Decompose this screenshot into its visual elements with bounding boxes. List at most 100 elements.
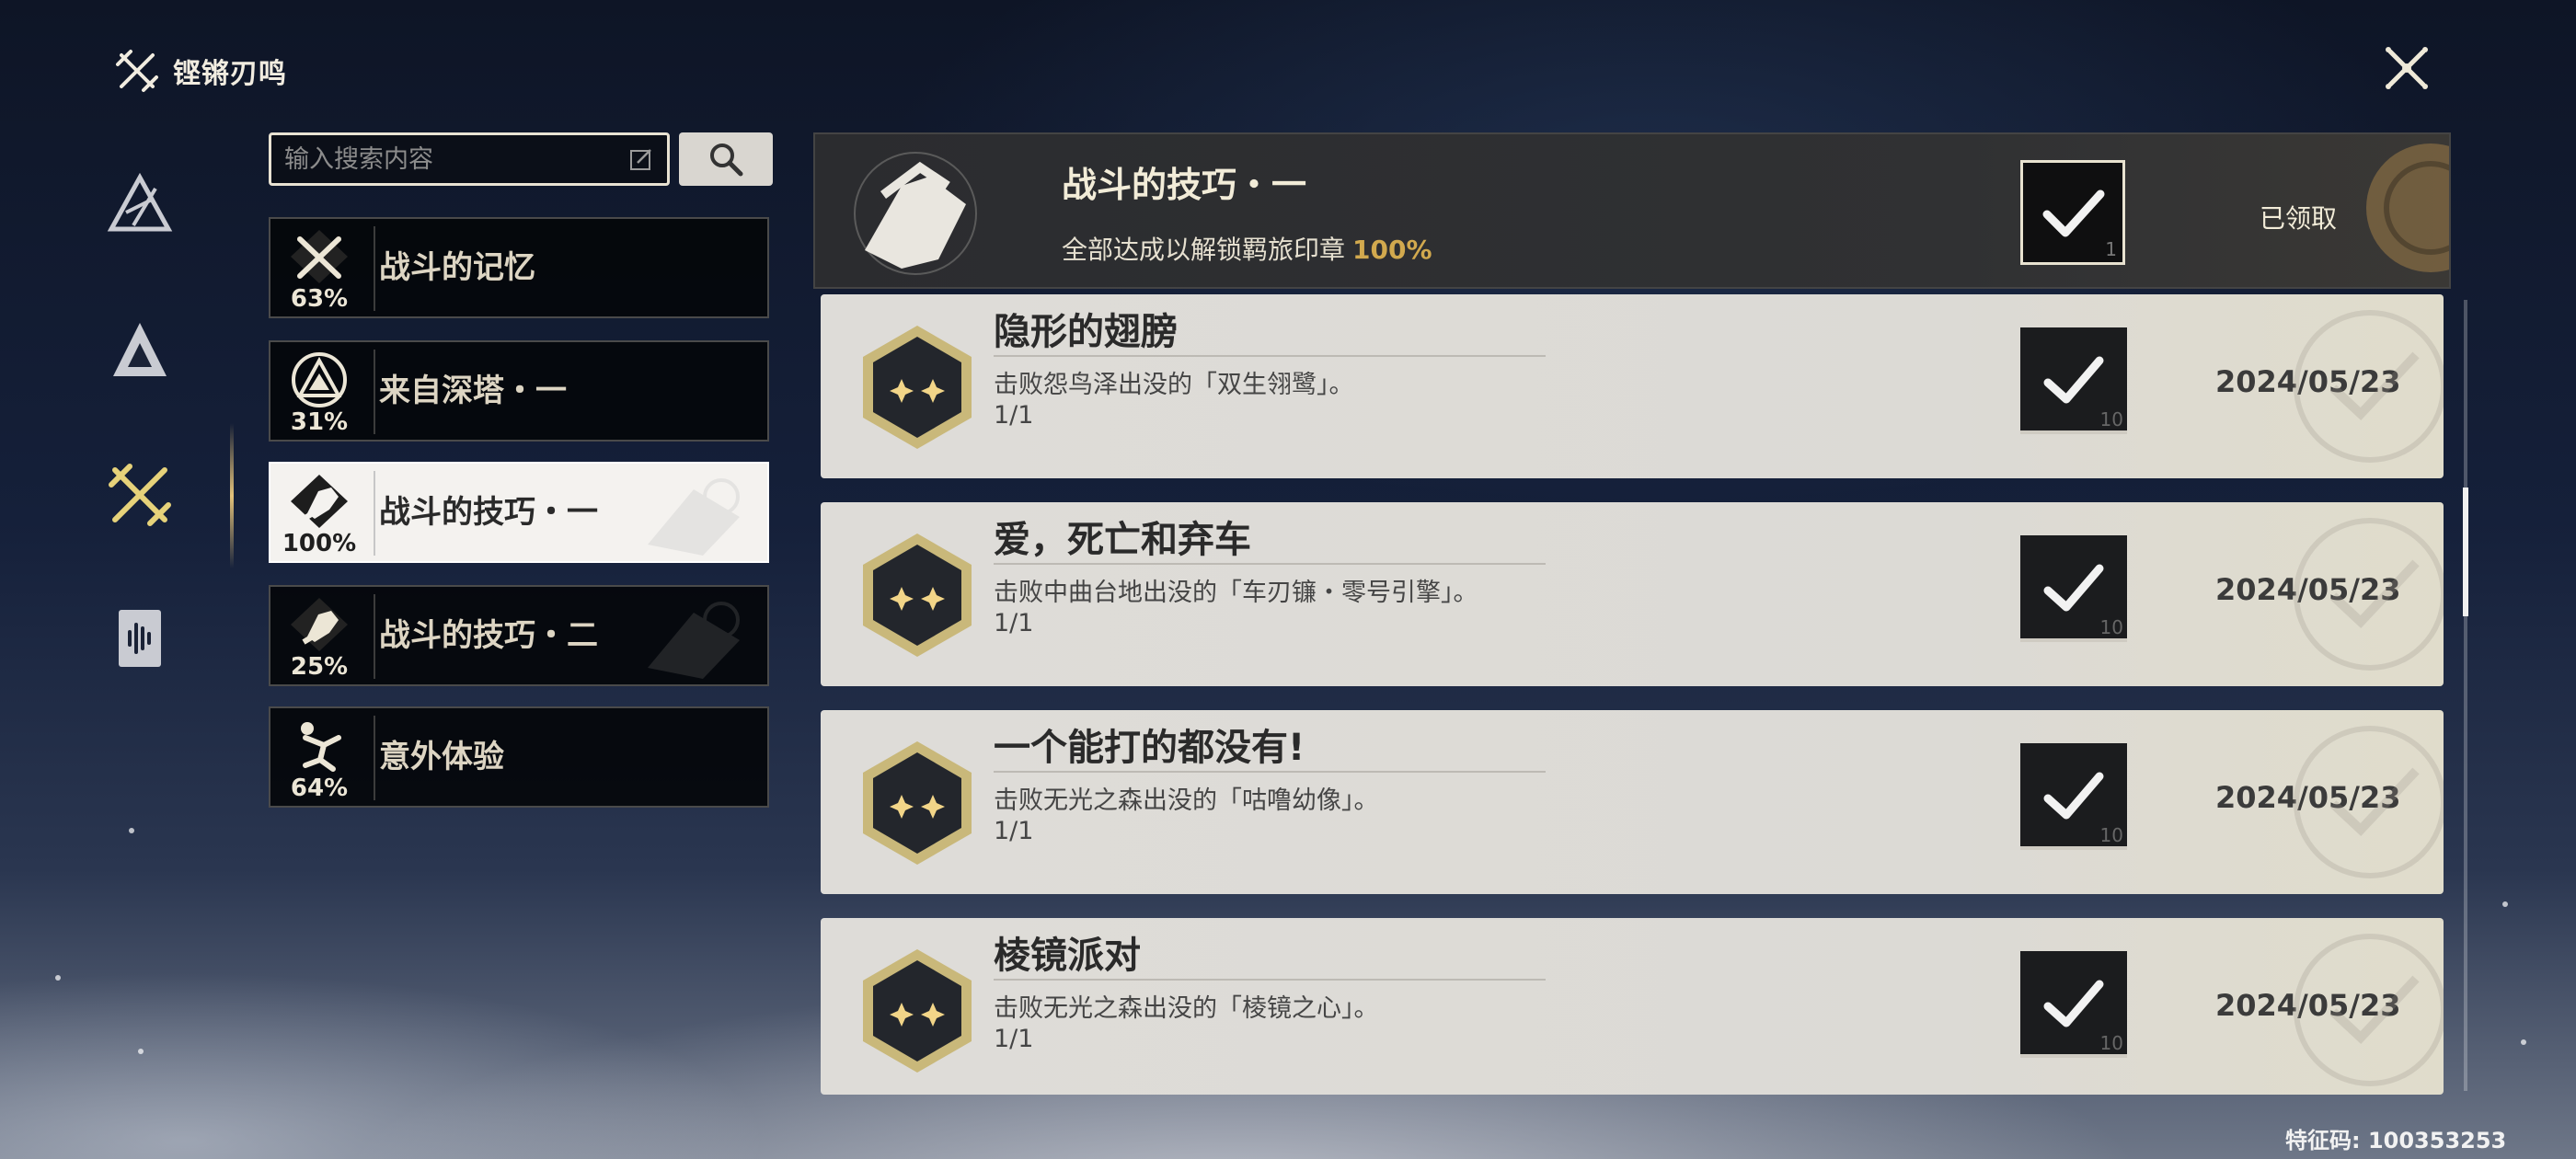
- achievement-item[interactable]: 爱，死亡和弃车 击败中曲台地出没的「车刃镰・零号引擎」。 1/1 10 2024…: [821, 502, 2444, 686]
- achievement-hex-badge-icon: [863, 741, 972, 865]
- category-percent: 31%: [290, 408, 349, 436]
- star: [2502, 901, 2508, 907]
- category-percent: 25%: [290, 653, 349, 681]
- watermark-check-icon: [2294, 726, 2444, 878]
- fist-watermark-icon: [648, 602, 740, 679]
- rail-item-swords[interactable]: [103, 458, 177, 532]
- category-divider: [374, 594, 375, 679]
- achievement-hex-badge-icon: [863, 534, 972, 657]
- mountain-emblem-icon: [113, 323, 167, 376]
- watermark-check-icon: [2294, 934, 2444, 1086]
- summary-percent: 100%: [1352, 235, 1432, 265]
- achievement-item[interactable]: 一个能打的都没有! 击败无光之森出没的「咕噜幼像」。 1/1 10 2024/0…: [821, 710, 2444, 894]
- search-field[interactable]: [269, 132, 670, 186]
- watermark-check-icon: [2294, 310, 2444, 463]
- summary-reward-box[interactable]: 1: [2020, 160, 2125, 265]
- tower-icon: [292, 352, 347, 407]
- category-divider: [374, 716, 375, 800]
- achievement-item[interactable]: 隐形的翅膀 击败怨鸟泽出没的「双生翎鹭」。 1/1 10 2024/05/23: [821, 294, 2444, 478]
- category-label: 意外体验: [379, 739, 504, 775]
- rail-item-soundwave[interactable]: [103, 602, 177, 675]
- achievement-description: 击败怨鸟泽出没的「双生翎鹭」。: [994, 371, 1354, 399]
- divider: [994, 979, 1546, 981]
- claim-status: 已领取: [2260, 203, 2338, 234]
- achievement-description: 击败无光之森出没的「咕噜幼像」。: [994, 786, 1379, 815]
- checkmark-icon: [2043, 356, 2104, 404]
- star: [55, 975, 61, 981]
- handshake-emblem-icon: [854, 152, 977, 275]
- divider: [994, 355, 1546, 357]
- search-icon: [710, 143, 743, 177]
- category-item[interactable]: 25% 战斗的技巧・二: [269, 585, 769, 686]
- category-item[interactable]: 63% 战斗的记忆: [269, 217, 769, 318]
- close-button[interactable]: [2379, 40, 2434, 96]
- star: [2521, 1039, 2526, 1045]
- achievement-description: 击败中曲台地出没的「车刃镰・零号引擎」。: [994, 579, 1478, 607]
- category-summary: 战斗的技巧・一 全部达成以解锁羁旅印章 100% 1 已领取: [813, 132, 2451, 289]
- achievement-progress: 1/1: [994, 401, 1034, 430]
- swords-icon: [291, 230, 348, 283]
- fist-watermark-icon: [648, 478, 740, 556]
- rail-item-mountain[interactable]: [103, 313, 177, 386]
- app-header: 铿锵刃鸣: [114, 48, 287, 94]
- divider: [994, 563, 1546, 565]
- checkmark-icon: [2043, 772, 2104, 820]
- edit-icon: [630, 149, 651, 170]
- divider: [994, 771, 1546, 773]
- reward-count: 10: [2099, 824, 2123, 846]
- fist-icon: [291, 475, 348, 528]
- close-x-icon: [2386, 47, 2428, 89]
- reward-count: 10: [2099, 408, 2123, 430]
- star: [138, 1049, 144, 1054]
- triangle-emblem-icon: [107, 172, 173, 232]
- achievement-reward-box[interactable]: 10: [2020, 743, 2127, 850]
- falling-figure-icon: [301, 722, 341, 772]
- category-percent: 64%: [290, 775, 349, 802]
- crossed-swords-icon: [116, 50, 158, 92]
- category-label: 战斗的技巧・一: [379, 494, 598, 531]
- rail-item-triangle[interactable]: [103, 169, 177, 243]
- uid-label: 特征码: 100353253: [2285, 1128, 2507, 1153]
- achievement-title: 隐形的翅膀: [994, 311, 1178, 353]
- achievement-reward-box[interactable]: 10: [2020, 327, 2127, 434]
- category-divider: [374, 350, 375, 434]
- reward-count: 10: [2099, 616, 2123, 638]
- rail-active-indicator: [230, 423, 234, 568]
- achievement-reward-box[interactable]: 10: [2020, 535, 2127, 642]
- achievement-title: 爱，死亡和弃车: [994, 519, 1251, 561]
- achievement-title: 一个能打的都没有!: [994, 727, 1305, 769]
- achievement-progress: 1/1: [994, 609, 1034, 637]
- achievement-description: 击败无光之森出没的「棱镜之心」。: [994, 994, 1379, 1023]
- fist-icon: [291, 598, 348, 651]
- search-input[interactable]: [271, 143, 628, 175]
- summary-desc-text: 全部达成以解锁羁旅印章: [1062, 235, 1346, 265]
- seal-badge-icon: [2366, 143, 2449, 272]
- category-percent: 100%: [282, 530, 357, 557]
- search-button[interactable]: [679, 132, 773, 186]
- achievement-progress: 1/1: [994, 1025, 1034, 1053]
- achievement-title: 棱镜派对: [994, 935, 1141, 977]
- category-label: 战斗的技巧・二: [379, 617, 598, 654]
- summary-description: 全部达成以解锁羁旅印章 100%: [1062, 230, 1432, 267]
- checkmark-icon: [2042, 189, 2105, 237]
- category-label: 来自深塔・一: [379, 373, 567, 409]
- watermark-check-icon: [2294, 518, 2444, 671]
- category-divider: [374, 471, 375, 556]
- category-item[interactable]: 64% 意外体验: [269, 706, 769, 808]
- category-label: 战斗的记忆: [379, 249, 535, 286]
- page-title: 铿锵刃鸣: [173, 58, 287, 90]
- category-item-active[interactable]: 100% 战斗的技巧・一: [269, 462, 769, 563]
- category-item[interactable]: 31% 来自深塔・一: [269, 340, 769, 442]
- achievement-progress: 1/1: [994, 817, 1034, 845]
- category-divider: [374, 226, 375, 311]
- scrollbar-track[interactable]: [2464, 300, 2467, 1091]
- checkmark-icon: [2043, 980, 2104, 1027]
- checkmark-icon: [2043, 564, 2104, 612]
- achievement-item[interactable]: 棱镜派对 击败无光之森出没的「棱镜之心」。 1/1 10 2024/05/23: [821, 918, 2444, 1095]
- category-percent: 63%: [290, 285, 349, 313]
- crossed-swords-icon: [109, 464, 171, 526]
- achievement-hex-badge-icon: [863, 326, 972, 449]
- scrollbar-thumb[interactable]: [2463, 488, 2468, 616]
- achievement-reward-box[interactable]: 10: [2020, 951, 2127, 1058]
- soundwave-card-icon: [119, 610, 161, 667]
